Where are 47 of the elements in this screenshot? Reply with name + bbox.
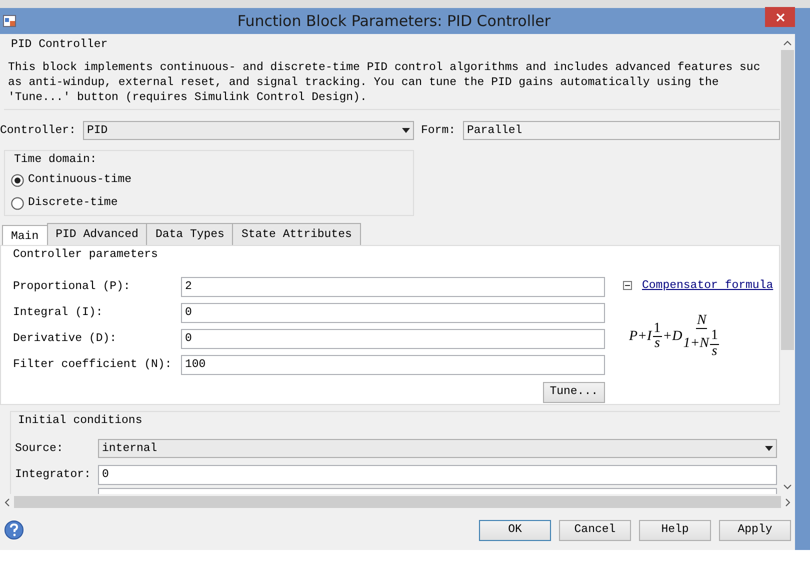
radio-label[interactable]: Discrete-time (28, 194, 118, 212)
radio-button[interactable] (11, 196, 24, 210)
scroll-left-icon[interactable] (4, 498, 10, 506)
field-label: Derivative (D): (13, 330, 118, 347)
controller-dropdown[interactable]: PID (83, 120, 414, 140)
input-field[interactable]: 0 (98, 464, 777, 484)
field-label: Controller: (0, 122, 77, 139)
dialog-button[interactable]: Cancel (559, 520, 631, 540)
dialog-button[interactable]: Help (639, 520, 711, 540)
collapse-icon[interactable] (623, 280, 632, 290)
dialog-button[interactable]: Apply (719, 520, 791, 540)
group-title: Controller parameters (13, 247, 159, 264)
formula-link[interactable]: Compensator formula (642, 276, 774, 294)
input-field[interactable]: 0 (181, 302, 605, 322)
input-field[interactable]: 0 (181, 328, 605, 348)
tab[interactable]: PID Advanced (46, 223, 148, 246)
field-label: Integrator: (15, 466, 92, 483)
scroll-down-icon[interactable] (783, 484, 792, 490)
description-text: as anti-windup, external reset, and signal tracking. You can tune the PID gains automatically using the (8, 75, 720, 90)
app-icon (3, 14, 17, 28)
scroll-right-icon[interactable] (785, 498, 791, 506)
window-title: Function Block Parameters: PID Controller (236, 10, 552, 32)
tab[interactable]: Data Types (146, 223, 234, 246)
radio-button[interactable] (11, 174, 24, 186)
form-field[interactable]: Parallel (463, 120, 780, 140)
description-text: This block implements continuous- and discrete-time PID control algorithms and includes advanced features suc (8, 60, 762, 76)
field-label: Form: (421, 122, 457, 139)
dialog-button[interactable]: OK (479, 520, 551, 540)
field-label: Filter coefficient (N): (13, 356, 173, 373)
field-label: Source: (15, 440, 64, 457)
field-label: Proportional (P): (13, 278, 132, 295)
input-field[interactable]: 100 (181, 354, 605, 374)
vertical-scrollbar-thumb[interactable] (781, 50, 794, 350)
dropdown-caret-icon (402, 128, 410, 133)
source-dropdown[interactable]: internal (98, 439, 777, 458)
tune-button[interactable]: Tune... (542, 382, 605, 402)
help-icon[interactable] (4, 520, 24, 540)
scroll-up-icon[interactable] (783, 40, 792, 46)
input-field[interactable]: 2 (181, 276, 605, 296)
tab[interactable]: State Attributes (232, 223, 361, 246)
radio-label[interactable]: Continuous-time (28, 171, 132, 189)
close-icon (776, 12, 784, 22)
field-label: Integral (I): (13, 304, 104, 321)
description-text: 'Tune...' button (requires Simulink Control Design). (8, 90, 368, 106)
dropdown-caret-icon (765, 446, 773, 451)
tab[interactable]: Main (2, 225, 48, 246)
close-button[interactable] (765, 7, 795, 27)
